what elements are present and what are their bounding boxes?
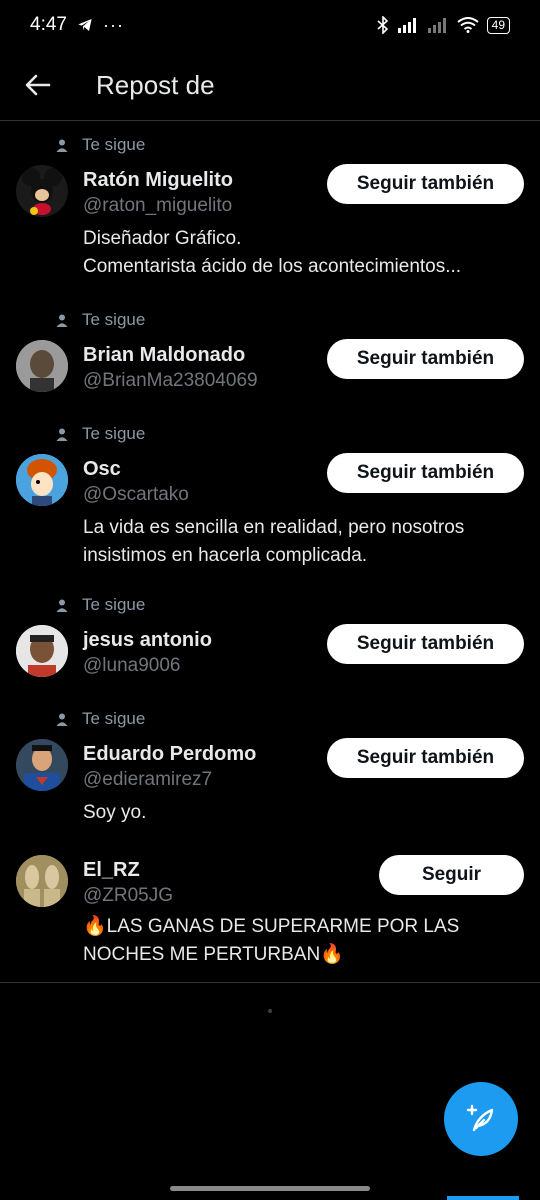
follows-you-row: Te sigue xyxy=(56,135,145,155)
user-list-item[interactable]: Te sigue Eduardo Perdomo @edieramirez7 S… xyxy=(0,695,540,835)
follows-you-label: Te sigue xyxy=(82,135,146,154)
person-icon xyxy=(56,139,68,152)
user-bio: La vida es sencilla en realidad, pero no… xyxy=(83,514,533,570)
user-name[interactable]: Brian Maldonado xyxy=(83,344,245,367)
user-name[interactable]: Osc xyxy=(83,458,121,481)
user-bio: 🔥LAS GANAS DE SUPERARME POR LAS NOCHES M… xyxy=(83,913,533,969)
user-name[interactable]: Ratón Miguelito xyxy=(83,169,233,192)
person-icon xyxy=(56,314,68,327)
follow-back-button[interactable]: Seguir también xyxy=(327,339,524,379)
user-bio: Soy yo. xyxy=(83,799,533,827)
battery-icon: 49 xyxy=(486,16,510,34)
bottom-peek xyxy=(447,1196,519,1200)
follows-you-label: Te sigue xyxy=(82,709,146,728)
page-title: Repost de xyxy=(96,69,215,100)
more-dots-icon: ··· xyxy=(102,14,124,35)
user-list-item[interactable]: Te sigue Ratón Miguelito @raton_miguelit… xyxy=(0,121,540,296)
follow-back-button[interactable]: Seguir también xyxy=(327,164,524,204)
user-list-item[interactable]: El_RZ @ZR05JG 🔥LAS GANAS DE SUPERARME PO… xyxy=(0,835,540,982)
bio-line: insistimos en hacerla complicada. xyxy=(83,545,368,566)
back-arrow-icon xyxy=(25,74,51,96)
back-button[interactable] xyxy=(0,74,76,96)
follow-back-button[interactable]: Seguir también xyxy=(327,624,524,664)
follows-you-label: Te sigue xyxy=(82,424,146,443)
bluetooth-icon xyxy=(377,16,388,34)
signal-icon xyxy=(397,18,416,33)
compose-button[interactable] xyxy=(444,1082,518,1156)
wifi-icon xyxy=(457,17,479,33)
avatar[interactable] xyxy=(16,340,68,392)
bio-line: Soy yo. xyxy=(83,802,147,823)
status-bar: 4:47 ··· 49 xyxy=(0,0,540,50)
compose-icon xyxy=(466,1104,494,1132)
follows-you-row: Te sigue xyxy=(56,595,145,615)
avatar[interactable] xyxy=(16,454,68,506)
user-name[interactable]: El_RZ xyxy=(83,859,140,882)
user-list-item[interactable]: Te sigue jesus antonio @luna9006 Seguir … xyxy=(0,581,540,695)
avatar[interactable] xyxy=(16,165,68,217)
home-indicator[interactable] xyxy=(170,1186,370,1191)
user-handle: @ZR05JG xyxy=(83,885,174,906)
status-time: 4:47 xyxy=(30,14,67,35)
telegram-icon xyxy=(78,19,92,31)
follows-you-row: Te sigue xyxy=(56,310,145,330)
user-list-item[interactable]: Te sigue Osc @Oscartako La vida es senci… xyxy=(0,410,540,581)
avatar[interactable] xyxy=(16,855,68,907)
person-icon xyxy=(56,428,68,441)
follow-back-button[interactable]: Seguir también xyxy=(327,738,524,778)
bio-line: La vida es sencilla en realidad, pero no… xyxy=(83,517,465,538)
loading-indicator xyxy=(268,1009,272,1013)
person-icon xyxy=(56,599,68,612)
bio-line: Comentarista ácido de los acontecimiento… xyxy=(83,256,462,277)
user-handle: @luna9006 xyxy=(83,655,181,676)
user-bio: Diseñador Gráfico. Comentarista ácido de… xyxy=(83,225,533,281)
follow-back-button[interactable]: Seguir también xyxy=(327,453,524,493)
person-icon xyxy=(56,713,68,726)
signal-icon xyxy=(427,18,446,33)
bio-line: Diseñador Gráfico. xyxy=(83,228,242,249)
follows-you-label: Te sigue xyxy=(82,595,146,614)
follows-you-label: Te sigue xyxy=(82,310,146,329)
avatar[interactable] xyxy=(16,625,68,677)
user-list-item[interactable]: Te sigue Brian Maldonado @BrianMa2380406… xyxy=(0,296,540,410)
user-name[interactable]: Eduardo Perdomo xyxy=(83,743,256,766)
user-handle: @edieramirez7 xyxy=(83,769,213,790)
user-handle: @raton_miguelito xyxy=(83,195,233,216)
avatar[interactable] xyxy=(16,739,68,791)
list-divider xyxy=(0,982,540,983)
bio-line: NOCHES ME PERTURBAN🔥 xyxy=(83,944,344,965)
follows-you-row: Te sigue xyxy=(56,709,145,729)
follow-button[interactable]: Seguir xyxy=(379,855,524,895)
bio-line: 🔥LAS GANAS DE SUPERARME POR LAS xyxy=(83,916,460,937)
user-name[interactable]: jesus antonio xyxy=(83,629,212,652)
user-handle: @Oscartako xyxy=(83,484,189,505)
app-header: Repost de xyxy=(0,50,540,121)
user-handle: @BrianMa23804069 xyxy=(83,370,258,391)
follows-you-row: Te sigue xyxy=(56,424,145,444)
